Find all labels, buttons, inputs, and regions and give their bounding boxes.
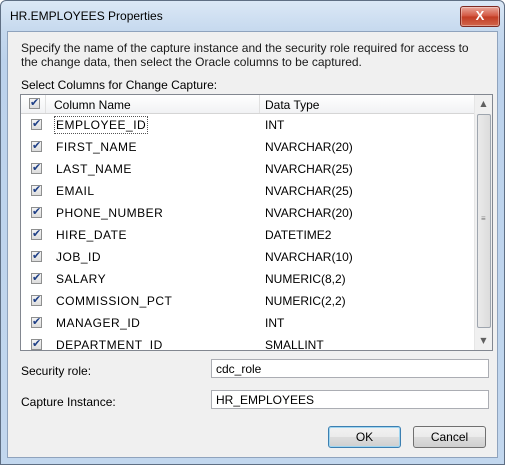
table-row[interactable]: EMAIL NVARCHAR(25) xyxy=(21,180,474,202)
capture-instance-input[interactable]: HR_EMPLOYEES xyxy=(211,390,489,409)
header-divider[interactable] xyxy=(45,95,46,113)
list-rows: EMPLOYEE_ID INT FIRST_NAME NVARCHAR(20) … xyxy=(21,114,474,351)
capture-instance-label: Capture Instance: xyxy=(21,395,116,409)
title-bar[interactable]: HR.EMPLOYEES Properties X xyxy=(1,1,504,31)
columns-list: Column Name Data Type EMPLOYEE_ID INT FI… xyxy=(20,94,493,351)
dialog-body: Specify the name of the capture instance… xyxy=(7,31,498,458)
table-row[interactable]: SALARY NUMERIC(8,2) xyxy=(21,268,474,290)
data-type-cell: NUMERIC(2,2) xyxy=(265,294,346,308)
table-row[interactable]: HIRE_DATE DATETIME2 xyxy=(21,224,474,246)
data-type-cell: SMALLINT xyxy=(265,338,324,351)
ok-button[interactable]: OK xyxy=(328,426,401,448)
scroll-up-icon[interactable]: ▲ xyxy=(475,95,492,112)
data-type-cell: INT xyxy=(265,118,285,132)
table-row[interactable]: EMPLOYEE_ID INT xyxy=(21,114,474,136)
instructions-text: Specify the name of the capture instance… xyxy=(21,41,469,69)
row-checkbox[interactable] xyxy=(31,249,42,262)
row-checkbox[interactable] xyxy=(31,337,42,350)
row-checkbox[interactable] xyxy=(31,139,42,152)
security-role-input[interactable]: cdc_role xyxy=(211,359,489,378)
security-role-label: Security role: xyxy=(21,364,92,378)
column-name-cell: HIRE_DATE xyxy=(56,228,127,242)
header-divider[interactable] xyxy=(259,95,260,113)
row-checkbox[interactable] xyxy=(31,315,42,328)
column-name-cell: PHONE_NUMBER xyxy=(56,206,164,220)
row-checkbox[interactable] xyxy=(31,183,42,196)
data-type-cell: NVARCHAR(10) xyxy=(265,250,353,264)
close-icon: X xyxy=(475,8,485,23)
table-row[interactable]: COMMISSION_PCT NUMERIC(2,2) xyxy=(21,290,474,312)
table-row[interactable]: MANAGER_ID INT xyxy=(21,312,474,334)
list-header: Column Name Data Type xyxy=(21,95,474,114)
column-name-cell: FIRST_NAME xyxy=(56,140,138,154)
close-button[interactable]: X xyxy=(460,6,500,27)
table-row[interactable]: PHONE_NUMBER NVARCHAR(20) xyxy=(21,202,474,224)
row-checkbox[interactable] xyxy=(31,205,42,218)
table-row[interactable]: FIRST_NAME NVARCHAR(20) xyxy=(21,136,474,158)
select-columns-label: Select Columns for Change Capture: xyxy=(21,78,218,92)
data-type-cell: INT xyxy=(265,316,285,330)
column-name-cell: MANAGER_ID xyxy=(56,316,141,330)
cancel-button[interactable]: Cancel xyxy=(413,426,486,448)
data-type-cell: NVARCHAR(25) xyxy=(265,162,353,176)
column-name-cell: COMMISSION_PCT xyxy=(56,294,173,308)
row-checkbox[interactable] xyxy=(31,271,42,284)
properties-dialog: HR.EMPLOYEES Properties X Specify the na… xyxy=(0,0,505,465)
row-checkbox[interactable] xyxy=(31,293,42,306)
grip-icon: ≡ xyxy=(481,214,486,223)
column-name-cell: JOB_ID xyxy=(56,250,102,264)
data-type-cell: NVARCHAR(25) xyxy=(265,184,353,198)
data-type-cell: DATETIME2 xyxy=(265,228,332,242)
data-type-header[interactable]: Data Type xyxy=(265,98,319,112)
data-type-cell: NVARCHAR(20) xyxy=(265,140,353,154)
table-row[interactable]: DEPARTMENT_ID SMALLINT xyxy=(21,334,474,351)
row-checkbox[interactable] xyxy=(31,117,42,130)
column-name-cell: DEPARTMENT_ID xyxy=(56,338,163,351)
column-name-cell: LAST_NAME xyxy=(56,162,132,176)
data-type-cell: NVARCHAR(20) xyxy=(265,206,353,220)
scroll-thumb[interactable]: ≡ xyxy=(477,114,491,328)
table-row[interactable]: JOB_ID NVARCHAR(10) xyxy=(21,246,474,268)
window-title: HR.EMPLOYEES Properties xyxy=(10,9,163,23)
scroll-down-icon[interactable]: ▼ xyxy=(475,332,492,349)
column-name-cell: EMPLOYEE_ID xyxy=(53,116,149,134)
column-name-cell: SALARY xyxy=(56,272,107,286)
vertical-scrollbar[interactable]: ▲ ≡ ▼ xyxy=(474,95,492,350)
row-checkbox[interactable] xyxy=(31,227,42,240)
column-name-cell: EMAIL xyxy=(56,184,95,198)
row-checkbox[interactable] xyxy=(31,161,42,174)
data-type-cell: NUMERIC(8,2) xyxy=(265,272,346,286)
table-row[interactable]: LAST_NAME NVARCHAR(25) xyxy=(21,158,474,180)
column-name-header[interactable]: Column Name xyxy=(54,98,131,112)
select-all-checkbox[interactable] xyxy=(29,96,40,109)
